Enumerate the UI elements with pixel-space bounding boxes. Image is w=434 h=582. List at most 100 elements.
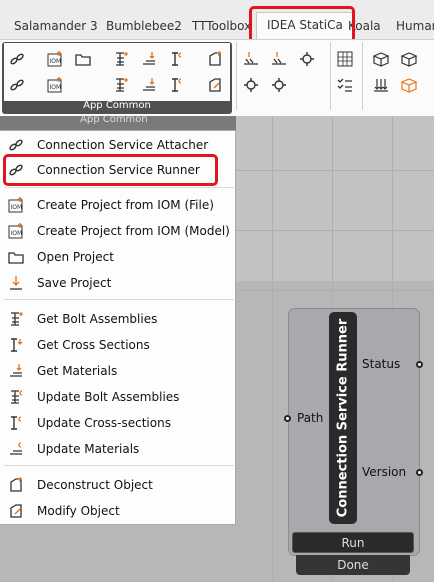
menu-item-label: Get Materials (37, 364, 118, 378)
menu-item-label: Update Cross-sections (37, 416, 171, 430)
iom-model-icon[interactable]: IOM (44, 74, 66, 96)
chain-link-icon[interactable] (6, 48, 28, 70)
menu-item-highlight-box (3, 154, 218, 186)
group-separator-2 (330, 42, 331, 110)
bolt-assembly-icon[interactable] (110, 48, 132, 70)
load-arrows-icon[interactable] (370, 74, 392, 96)
menu-item-label: Deconstruct Object (37, 478, 153, 492)
canvas-light-area (236, 116, 434, 281)
menu-item-label: Connection Service Attacher (37, 138, 209, 152)
grid-line (236, 170, 434, 171)
box-orange-icon[interactable] (398, 74, 420, 96)
menu-item-save-project[interactable]: Save Project (0, 271, 236, 295)
node-status-label: Done (296, 555, 410, 575)
load-hatch-icon-2[interactable] (268, 48, 290, 70)
save-arrow-icon (5, 272, 27, 294)
menu-item-get-bolt-assemblies[interactable]: Get Bolt Assemblies (0, 307, 236, 331)
input-param-path[interactable]: Path (297, 411, 323, 425)
ribbon-group-2 (238, 40, 330, 116)
menu-separator (4, 187, 234, 188)
gear-icon-2[interactable] (240, 74, 262, 96)
modify-icon (5, 500, 27, 522)
menu-item-create-project-iom-model[interactable]: IOM Create Project from IOM (Model) (0, 219, 236, 243)
menu-item-get-cross-sections[interactable]: Get Cross Sections (0, 333, 236, 357)
menu-item-update-cross-sections[interactable]: Update Cross-sections (0, 411, 236, 435)
material-icon[interactable] (138, 48, 160, 70)
bolt-update-icon (5, 386, 27, 408)
cross-section-icon (5, 334, 27, 356)
modify-icon[interactable] (204, 74, 226, 96)
svg-text:IOM: IOM (11, 230, 23, 237)
material-update-icon[interactable] (138, 74, 160, 96)
material-update-icon (5, 438, 27, 460)
grid-line (272, 116, 273, 582)
menu-item-create-project-iom-file[interactable]: IOM Create Project from IOM (File) (0, 193, 236, 217)
menu-item-label: Modify Object (37, 504, 120, 518)
gear-icon[interactable] (296, 48, 318, 70)
iom-file-icon: IOM (5, 194, 27, 216)
group-separator-3 (362, 42, 363, 110)
group-title-app-common: App Common (83, 100, 151, 111)
menu-item-label: Update Bolt Assemblies (37, 390, 180, 404)
group-separator (236, 42, 237, 110)
menu-separator (4, 299, 234, 300)
svg-text:IOM: IOM (50, 84, 62, 91)
chain-link-run-icon[interactable] (6, 74, 28, 96)
chain-link-icon (5, 134, 27, 156)
grid-icon[interactable] (334, 48, 356, 70)
menu-item-label: Get Bolt Assemblies (37, 312, 158, 326)
iom-model-icon: IOM (5, 220, 27, 242)
box-icon[interactable] (370, 48, 392, 70)
tab-human[interactable]: Human (396, 14, 434, 38)
output-param-version[interactable]: Version (362, 465, 406, 479)
output-port-status[interactable] (416, 361, 423, 368)
app-common-dropdown-menu: Connection Service Attacher Connection S… (0, 130, 236, 525)
deconstruct-icon (5, 474, 27, 496)
bolt-assembly-icon (5, 308, 27, 330)
node-title: Connection Service Runner (335, 318, 351, 518)
menu-item-get-materials[interactable]: Get Materials (0, 359, 236, 383)
checklist-icon[interactable] (334, 74, 356, 96)
load-hatch-icon[interactable] (240, 48, 262, 70)
menu-item-label: Create Project from IOM (Model) (37, 224, 230, 238)
ribbon-tab-bar: Salamander 3 Bumblebee2 TTToolbox IDEA S… (0, 0, 434, 40)
bolt-update-icon[interactable] (110, 74, 132, 96)
menu-item-update-bolt-assemblies[interactable]: Update Bolt Assemblies (0, 385, 236, 409)
run-button[interactable]: Run (292, 532, 414, 553)
menu-item-label: Save Project (37, 276, 112, 290)
menu-item-open-project[interactable]: Open Project (0, 245, 236, 269)
menu-item-label: Open Project (37, 250, 114, 264)
deconstruct-icon[interactable] (204, 48, 226, 70)
cross-section-icon[interactable] (166, 48, 188, 70)
dropdown-header-label: App Common (80, 114, 148, 125)
menu-item-label: Update Materials (37, 442, 140, 456)
menu-item-modify-object[interactable]: Modify Object (0, 499, 236, 523)
cross-section-update-icon (5, 412, 27, 434)
menu-item-label: Get Cross Sections (37, 338, 150, 352)
menu-item-update-materials[interactable]: Update Materials (0, 437, 236, 461)
ribbon-group-app-common: IOM IOM App Common (0, 40, 234, 116)
box-icon-2[interactable] (398, 48, 420, 70)
folder-icon (5, 246, 27, 268)
folder-icon[interactable] (72, 48, 94, 70)
output-port-version[interactable] (416, 469, 423, 476)
menu-item-deconstruct-object[interactable]: Deconstruct Object (0, 473, 236, 497)
grid-line (236, 230, 434, 231)
gear-icon-3[interactable] (268, 74, 290, 96)
input-port-path[interactable] (284, 415, 291, 422)
menu-separator (4, 465, 234, 466)
tab-salamander[interactable]: Salamander 3 (14, 14, 98, 38)
svg-text:IOM: IOM (11, 204, 23, 211)
iom-file-icon[interactable]: IOM (44, 48, 66, 70)
tab-tttoolbox[interactable]: TTToolbox (192, 14, 251, 38)
tab-bumblebee[interactable]: Bumblebee2 (106, 14, 182, 38)
svg-text:IOM: IOM (50, 58, 62, 65)
node-title-bar[interactable]: Connection Service Runner (329, 312, 357, 524)
cross-section-update-icon[interactable] (166, 74, 188, 96)
grid-line (236, 290, 434, 291)
dropdown-header: App Common (0, 114, 236, 130)
material-icon (5, 360, 27, 382)
output-param-status[interactable]: Status (362, 357, 400, 371)
ribbon-panel: IOM IOM App Common (0, 39, 434, 116)
menu-item-label: Create Project from IOM (File) (37, 198, 214, 212)
